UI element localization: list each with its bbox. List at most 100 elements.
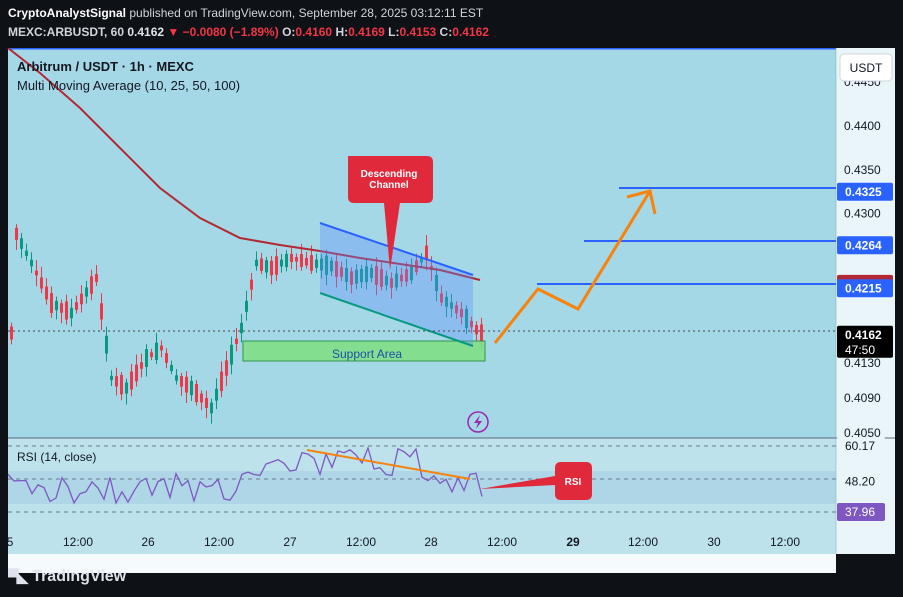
candle-body	[105, 335, 108, 354]
time-tick: 30	[707, 535, 721, 549]
candle-body	[100, 303, 103, 320]
candle-body	[255, 259, 258, 267]
time-tick: 12:00	[628, 535, 658, 549]
symbol-line: MEXC:ARBUSDT, 60 0.4162 ▼ −0.0080 (−1.89…	[8, 25, 489, 39]
candle-body	[210, 402, 213, 414]
rsi-level-label: 37.96	[845, 505, 875, 519]
candle-body	[45, 286, 48, 300]
candle-body	[270, 260, 273, 276]
publisher-line: CryptoAnalystSignal published on Trading…	[8, 6, 483, 20]
candle-body	[20, 238, 23, 249]
candle-body	[90, 276, 93, 294]
symbol[interactable]: MEXC:ARBUSDT, 60	[8, 25, 124, 39]
chart-area[interactable]: Support Area Descending Channel RSI 0.44…	[0, 48, 903, 573]
candle-body	[175, 375, 178, 381]
candle-body	[225, 360, 228, 376]
rsi-level-label: 48.20	[845, 475, 875, 489]
price-tick: 0.4090	[844, 391, 881, 405]
candle-body	[235, 338, 238, 344]
price-change: −0.0080 (−1.89%)	[182, 25, 279, 39]
candle-body	[180, 376, 183, 387]
current-price-label: 0.4162	[845, 328, 882, 342]
time-tick: 12:00	[770, 535, 800, 549]
candle-body	[65, 301, 68, 320]
candle-body	[220, 371, 223, 392]
candle-body	[35, 270, 38, 276]
last-price: 0.4162	[127, 25, 165, 39]
candle-body	[55, 300, 58, 311]
candle-body	[195, 383, 198, 403]
candle-body	[230, 344, 233, 365]
candle-body	[290, 253, 293, 263]
candle-body	[265, 260, 268, 273]
candle-body	[155, 342, 158, 360]
time-tick: 12:00	[346, 535, 376, 549]
candle-body	[130, 371, 133, 390]
time-tick: 27	[283, 535, 297, 549]
candle-body	[285, 253, 288, 268]
time-tick: 12:00	[204, 535, 234, 549]
indicator-legend[interactable]: Multi Moving Average (10, 25, 50, 100)	[17, 78, 240, 93]
candle-body	[275, 256, 278, 275]
candle-body	[260, 258, 263, 271]
time-tick: 5	[7, 535, 14, 549]
tradingview-footer[interactable]: ▀◣ TradingView	[8, 568, 126, 586]
candle-body	[30, 259, 33, 267]
candle-body	[170, 364, 173, 372]
callout-line-2: Channel	[369, 180, 409, 191]
candle-body	[315, 259, 318, 268]
candle-body	[295, 257, 298, 262]
candle-body	[185, 376, 188, 393]
footer-brand: TradingView	[32, 568, 127, 585]
rsi-legend[interactable]: RSI (14, close)	[17, 450, 96, 464]
candle-body	[145, 349, 148, 367]
candle-body	[305, 257, 308, 266]
candle-body	[475, 325, 478, 335]
candle-body	[75, 302, 78, 310]
candle-body	[160, 345, 163, 351]
price-label: 0.4215	[845, 281, 882, 295]
time-axis	[8, 554, 836, 573]
callout-line-1: Descending	[361, 169, 418, 180]
close-label: C:	[439, 25, 453, 39]
low-value: 0.4153	[399, 25, 437, 39]
candle-body	[240, 322, 243, 334]
candle-body	[125, 382, 128, 394]
open-value: 0.4160	[295, 25, 333, 39]
high-value: 0.4169	[348, 25, 385, 39]
low-label: L:	[388, 25, 400, 39]
candle-body	[135, 364, 138, 382]
close-value: 0.4162	[452, 25, 489, 39]
candle-body	[85, 287, 88, 297]
support-area-label: Support Area	[332, 347, 402, 361]
candle-body	[200, 393, 203, 403]
time-tick: 26	[141, 535, 155, 549]
candle-body	[140, 362, 143, 369]
price-tick: 0.4350	[844, 163, 881, 177]
time-tick: 29	[566, 535, 580, 549]
open-label: O:	[282, 25, 296, 39]
publisher-name[interactable]: CryptoAnalystSignal	[8, 6, 126, 20]
price-tick: 0.4300	[844, 207, 881, 221]
candle-body	[310, 255, 313, 271]
candle-body	[120, 375, 123, 395]
candle-body	[165, 353, 168, 363]
chart-legend-title[interactable]: Arbitrum / USDT · 1h · MEXC	[17, 59, 195, 74]
candle-body	[15, 227, 18, 240]
candle-body	[300, 254, 303, 267]
tradingview-logo-icon: ▀◣	[8, 569, 28, 586]
rsi-axis-labels: 60.17 48.20 37.96	[837, 437, 885, 521]
time-tick: 12:00	[487, 535, 517, 549]
candle-body	[190, 380, 193, 396]
candle-body	[80, 293, 83, 305]
time-tick: 12:00	[63, 535, 93, 549]
rsi-callout-label: RSI	[565, 477, 582, 488]
currency-button-label: USDT	[850, 61, 883, 75]
candle-body	[70, 307, 73, 319]
high-label: H:	[335, 25, 349, 39]
candle-body	[50, 293, 53, 313]
candle-body	[280, 259, 283, 267]
countdown-label: 47:50	[845, 343, 875, 357]
down-arrow-icon: ▼	[167, 25, 180, 39]
candle-body	[110, 375, 113, 381]
